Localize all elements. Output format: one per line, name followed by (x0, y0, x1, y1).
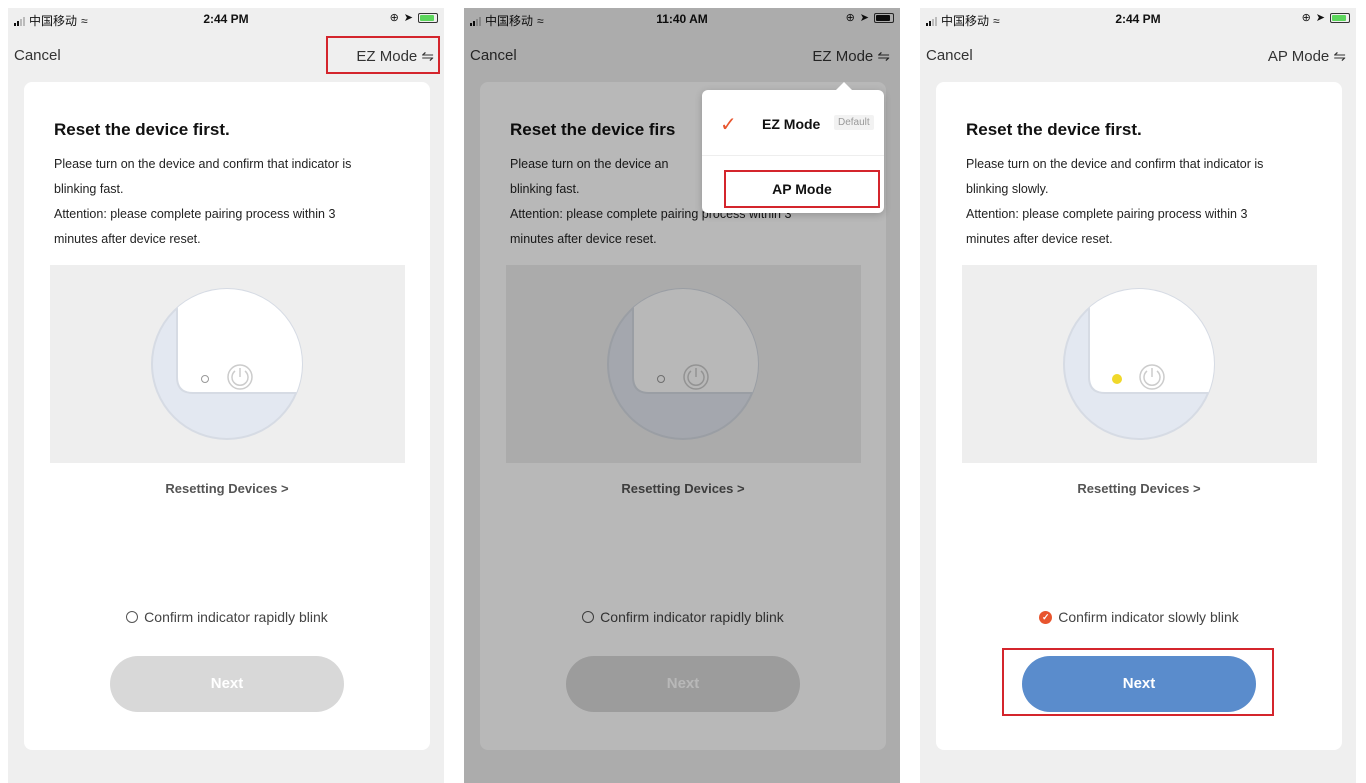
instruction-line: minutes after device reset. (54, 232, 201, 246)
confirm-radio[interactable]: ✓ Confirm indicator slowly blink (936, 609, 1342, 625)
instruction-line: blinking fast. (54, 182, 124, 196)
status-bar: 中国移动 ≈ 2:44 PM ⊕ ➤ (8, 8, 444, 30)
confirm-label: Confirm indicator slowly blink (1058, 609, 1239, 625)
nav-bar: Cancel EZ Mode ⇋ (8, 30, 444, 80)
battery-icon (418, 12, 438, 23)
location-icon: ➤ (403, 12, 413, 24)
next-button[interactable]: Next (110, 656, 344, 712)
default-badge: Default (834, 115, 874, 130)
location-icon: ➤ (1315, 12, 1325, 24)
lock-rotation-icon: ⊕ (1301, 12, 1311, 24)
nav-bar: Cancel AP Mode ⇋ (920, 30, 1356, 80)
page-title: Reset the device first. (966, 120, 1142, 139)
status-time: 2:44 PM (1115, 12, 1161, 26)
power-icon (1139, 364, 1165, 390)
screen-ap-mode: 中国移动 ≈ 2:44 PM ⊕ ➤ Cancel AP Mode ⇋ Reset … (920, 8, 1356, 783)
instruction-line: Attention: please complete pairing proce… (54, 207, 336, 221)
radio-unchecked-icon (126, 611, 139, 623)
instructions: Please turn on the device and confirm th… (54, 152, 414, 252)
confirm-label: Confirm indicator rapidly blink (144, 609, 328, 625)
cancel-button[interactable]: Cancel (14, 47, 61, 64)
highlight-box (326, 36, 440, 74)
lock-rotation-icon: ⊕ (389, 12, 399, 24)
confirm-radio[interactable]: Confirm indicator rapidly blink (24, 609, 430, 625)
resetting-devices-link[interactable]: Resetting Devices > (936, 481, 1342, 496)
instruction-line: minutes after device reset. (966, 232, 1113, 246)
screen-ez-mode: 中国移动 ≈ 2:44 PM ⊕ ➤ Cancel EZ Mode ⇋ Reset … (8, 8, 444, 783)
radio-checked-icon: ✓ (1039, 610, 1053, 624)
mode-switch-button[interactable]: AP Mode ⇋ (1268, 47, 1346, 65)
instructions: Please turn on the device and confirm th… (966, 152, 1326, 252)
mode-dropdown-menu: ✓ EZ Mode Default AP Mode (702, 82, 884, 213)
device-illustration (962, 265, 1317, 463)
instruction-line: blinking slowly. (966, 182, 1049, 196)
status-time: 2:44 PM (203, 12, 249, 26)
checkmark-icon: ✓ (720, 114, 737, 136)
instruction-line: Please turn on the device and confirm th… (966, 157, 1264, 171)
menu-item-ap-mode[interactable]: AP Mode (724, 170, 880, 208)
instruction-line: Attention: please complete pairing proce… (966, 207, 1248, 221)
instruction-line: Please turn on the device and confirm th… (54, 157, 352, 171)
menu-item-label: EZ Mode (762, 116, 821, 132)
status-bar: 中国移动 ≈ 2:44 PM ⊕ ➤ (920, 8, 1356, 30)
page-title: Reset the device first. (54, 120, 230, 139)
power-icon (227, 364, 253, 390)
menu-item-ez-mode[interactable]: ✓ EZ Mode Default (702, 90, 884, 156)
reset-card: Reset the device first. Please turn on t… (24, 82, 430, 750)
screen-mode-menu: 中国移动 ≈ 11:40 AM ⊕ ➤ Cancel EZ Mode ⇋ Reset… (464, 8, 900, 783)
highlight-box (1002, 648, 1274, 716)
resetting-devices-link[interactable]: Resetting Devices > (24, 481, 430, 496)
device-illustration (50, 265, 405, 463)
indicator-light (1112, 374, 1122, 384)
cancel-button[interactable]: Cancel (926, 47, 973, 64)
battery-icon (1330, 12, 1350, 23)
